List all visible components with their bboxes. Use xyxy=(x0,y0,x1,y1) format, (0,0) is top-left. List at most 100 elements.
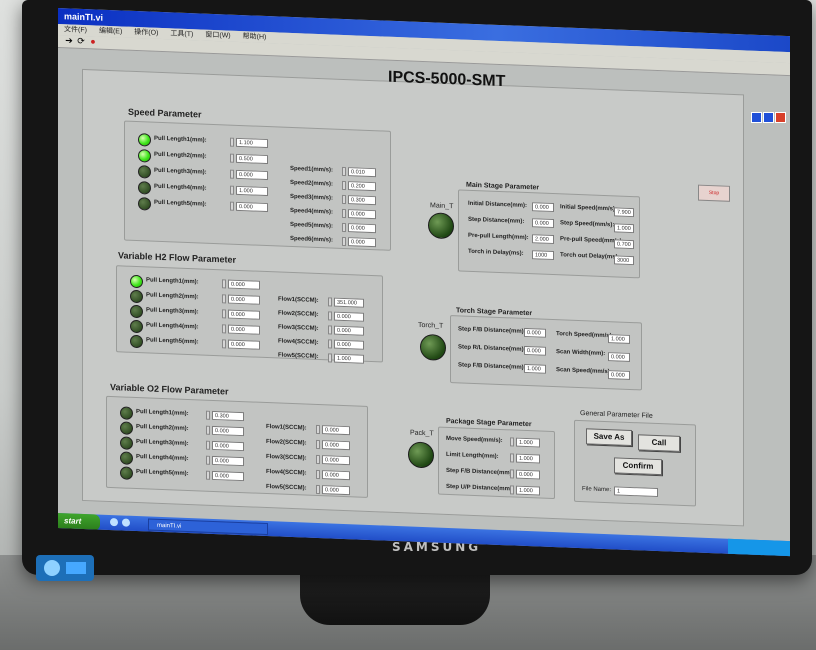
o2-length-field[interactable]: 0.000 xyxy=(212,470,244,482)
o2-length-spinner[interactable] xyxy=(206,470,210,480)
speed-length-spinner[interactable] xyxy=(230,185,234,195)
ie-quicklaunch-icon[interactable] xyxy=(110,517,118,527)
speed-length-field[interactable]: 1.100 xyxy=(236,137,268,149)
call-button[interactable]: Call xyxy=(638,434,680,452)
main-stage-field-2[interactable]: 3000 xyxy=(614,255,634,266)
o2-flow-spinner[interactable] xyxy=(316,454,320,465)
stop-button[interactable]: Stop xyxy=(698,184,730,202)
h2-flow-field[interactable]: 351.000 xyxy=(334,297,364,308)
h2-length-spinner[interactable] xyxy=(222,339,226,349)
main-stage-field[interactable]: 2.000 xyxy=(532,234,554,245)
speed-field[interactable]: 0.300 xyxy=(348,195,376,206)
torch-stage-field-2[interactable]: 0.000 xyxy=(608,370,630,380)
package-stage-field[interactable]: 0.000 xyxy=(516,469,540,480)
torch-stage-field[interactable]: 0.000 xyxy=(524,345,546,356)
main-stage-field-2[interactable]: 0.700 xyxy=(614,239,634,250)
close-icon[interactable] xyxy=(775,112,786,123)
main-stage-field-2[interactable]: 1.000 xyxy=(614,223,634,234)
speed-length-spinner[interactable] xyxy=(230,137,234,147)
speed-spinner[interactable] xyxy=(342,166,346,177)
o2-length-spinner[interactable] xyxy=(206,440,210,450)
speed-spinner[interactable] xyxy=(342,194,346,205)
run-arrow-icon[interactable]: ➔ xyxy=(64,35,74,45)
h2-length-spinner[interactable] xyxy=(222,279,226,289)
speed-length-field[interactable]: 0.000 xyxy=(236,201,268,213)
o2-length-field[interactable]: 0.300 xyxy=(212,410,244,422)
h2-flow-spinner[interactable] xyxy=(328,353,332,363)
speed-field[interactable]: 0.010 xyxy=(348,167,376,178)
menu-edit[interactable]: 编辑(E) xyxy=(99,26,122,38)
o2-length-field[interactable]: 0.000 xyxy=(212,440,244,452)
speed-field[interactable]: 0.000 xyxy=(348,209,376,220)
speed-field[interactable]: 0.000 xyxy=(348,223,376,234)
maximize-icon[interactable] xyxy=(763,112,774,123)
h2-flow-field[interactable]: 0.000 xyxy=(334,339,364,350)
speed-length-field[interactable]: 0.500 xyxy=(236,153,268,165)
speed-spinner[interactable] xyxy=(342,180,346,191)
o2-length-spinner[interactable] xyxy=(206,410,210,420)
o2-flow-field[interactable]: 0.000 xyxy=(322,425,350,436)
h2-flow-field[interactable]: 0.000 xyxy=(334,311,364,322)
h2-length-field[interactable]: 0.000 xyxy=(228,324,260,335)
main-stage-field[interactable]: 0.000 xyxy=(532,202,554,213)
o2-flow-spinner[interactable] xyxy=(316,469,320,480)
start-button[interactable]: start xyxy=(58,513,100,531)
main-stage-field[interactable]: 0.000 xyxy=(532,218,554,229)
h2-length-spinner[interactable] xyxy=(222,294,226,304)
desktop-quicklaunch-icon[interactable] xyxy=(122,518,130,527)
speed-spinner[interactable] xyxy=(342,222,346,233)
package-stage-field[interactable]: 1.000 xyxy=(516,437,540,448)
o2-flow-field[interactable]: 0.000 xyxy=(322,470,350,481)
abort-icon[interactable]: ● xyxy=(88,36,98,46)
save-as-button[interactable]: Save As xyxy=(586,428,632,447)
o2-flow-field[interactable]: 0.000 xyxy=(322,440,350,451)
o2-flow-field[interactable]: 0.000 xyxy=(322,485,350,496)
torch-stage-field-2[interactable]: 1.000 xyxy=(608,334,630,344)
speed-field[interactable]: 0.200 xyxy=(348,181,376,192)
h2-flow-spinner[interactable] xyxy=(328,325,332,335)
torch-stage-field[interactable]: 1.000 xyxy=(524,363,546,374)
o2-length-field[interactable]: 0.000 xyxy=(212,425,244,437)
package-stage-spinner[interactable] xyxy=(510,469,514,479)
main-stage-field[interactable]: 1000 xyxy=(532,250,554,261)
h2-flow-spinner[interactable] xyxy=(328,311,332,321)
speed-field[interactable]: 0.000 xyxy=(348,237,376,248)
speed-spinner[interactable] xyxy=(342,236,346,247)
menu-tools[interactable]: 工具(T) xyxy=(170,28,193,40)
speed-length-spinner[interactable] xyxy=(230,153,234,163)
h2-length-spinner[interactable] xyxy=(222,309,226,319)
menu-file[interactable]: 文件(F) xyxy=(64,24,87,36)
h2-flow-spinner[interactable] xyxy=(328,297,332,307)
torch-stage-field[interactable]: 0.000 xyxy=(524,327,546,338)
menu-operate[interactable]: 操作(O) xyxy=(134,27,158,39)
h2-length-field[interactable]: 0.000 xyxy=(228,279,260,290)
confirm-button[interactable]: Confirm xyxy=(614,457,662,476)
o2-flow-spinner[interactable] xyxy=(316,484,320,495)
h2-length-field[interactable]: 0.000 xyxy=(228,309,260,320)
speed-spinner[interactable] xyxy=(342,208,346,219)
file-name-field[interactable]: 1 xyxy=(614,486,658,498)
o2-length-spinner[interactable] xyxy=(206,425,210,435)
package-stage-field[interactable]: 1.000 xyxy=(516,453,540,464)
speed-length-spinner[interactable] xyxy=(230,201,234,211)
h2-length-spinner[interactable] xyxy=(222,324,226,334)
h2-flow-spinner[interactable] xyxy=(328,339,332,349)
menu-help[interactable]: 帮助(H) xyxy=(243,31,267,43)
h2-length-field[interactable]: 0.000 xyxy=(228,339,260,350)
h2-length-field[interactable]: 0.000 xyxy=(228,294,260,305)
h2-flow-field[interactable]: 0.000 xyxy=(334,325,364,336)
speed-length-spinner[interactable] xyxy=(230,169,234,179)
run-continuous-icon[interactable]: ⟳ xyxy=(76,36,86,46)
o2-length-spinner[interactable] xyxy=(206,455,210,465)
package-stage-spinner[interactable] xyxy=(510,453,514,463)
o2-flow-spinner[interactable] xyxy=(316,424,320,435)
speed-length-field[interactable]: 0.000 xyxy=(236,169,268,181)
o2-flow-field[interactable]: 0.000 xyxy=(322,455,350,466)
torch-stage-field-2[interactable]: 0.000 xyxy=(608,352,630,362)
o2-length-field[interactable]: 0.000 xyxy=(212,455,244,467)
o2-flow-spinner[interactable] xyxy=(316,439,320,450)
minimize-icon[interactable] xyxy=(751,112,762,123)
package-stage-field[interactable]: 1.000 xyxy=(516,485,540,496)
speed-length-field[interactable]: 1.000 xyxy=(236,185,268,197)
package-stage-spinner[interactable] xyxy=(510,485,514,495)
